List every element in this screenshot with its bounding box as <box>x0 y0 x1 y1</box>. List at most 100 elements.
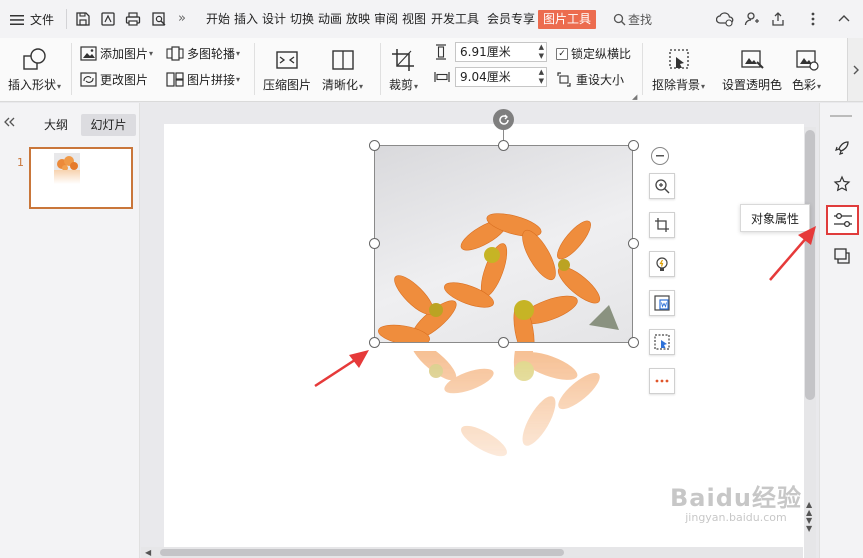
cloud-sync-icon[interactable] <box>716 11 734 27</box>
add-picture-icon <box>80 46 97 61</box>
sidebar-grip <box>830 115 852 117</box>
width-spinner-arrows[interactable]: ▲ ▼ <box>539 68 544 86</box>
picture-to-text-button[interactable] <box>649 290 675 316</box>
multi-carousel-button[interactable]: 多图轮播 ▾ <box>166 45 240 62</box>
animation-star-button[interactable] <box>828 170 856 198</box>
resize-handle-top-right[interactable] <box>628 140 639 151</box>
crop-icon <box>391 44 417 76</box>
height-input[interactable]: 6.91厘米 ▲ ▼ <box>455 42 547 62</box>
crop-quick-button[interactable] <box>649 212 675 238</box>
file-menu[interactable]: 文件 <box>10 11 54 28</box>
slides-panel: 大纲 幻灯片 1 <box>0 103 140 558</box>
flower-artwork <box>378 213 619 343</box>
tab-animations[interactable]: 动画 <box>318 10 342 29</box>
resize-handle-bottom-right[interactable] <box>628 337 639 348</box>
picture-stitch-button[interactable]: 图片拼接 ▾ <box>166 71 240 88</box>
resize-handle-left[interactable] <box>369 238 380 249</box>
annotation-arrow-handle <box>314 350 369 388</box>
crop-button[interactable]: 裁剪▾ <box>389 44 418 93</box>
height-icon <box>434 44 448 60</box>
crop-label: 裁剪 <box>389 78 414 92</box>
horizontal-scroll-thumb[interactable] <box>160 549 564 556</box>
collapse-toolbar-button[interactable] <box>651 147 669 165</box>
tab-view[interactable]: 视图 <box>402 10 426 29</box>
compress-picture-label: 压缩图片 <box>263 78 312 92</box>
remove-background-button[interactable]: 抠除背景▾ <box>652 44 705 93</box>
size-dialog-launcher-icon[interactable]: ◢ <box>632 93 637 101</box>
add-picture-button[interactable]: 添加图片 ▾ <box>80 45 153 62</box>
lock-ratio-checkbox[interactable]: ✓ 锁定纵横比 <box>556 45 631 62</box>
flower-picture[interactable] <box>374 145 633 343</box>
set-transparent-button[interactable]: 设置透明色 <box>722 44 782 93</box>
tab-slides[interactable]: 幻灯片 <box>81 114 136 136</box>
height-spinner-arrows[interactable]: ▲ ▼ <box>539 43 544 61</box>
insert-shape-button[interactable]: 插入形状▾ <box>8 44 61 93</box>
print-icon[interactable] <box>125 11 141 27</box>
tab-developer[interactable]: 开发工具 <box>431 10 479 29</box>
multi-carousel-label: 多图轮播 <box>187 47 236 61</box>
lock-ratio-label: 锁定纵横比 <box>571 47 632 61</box>
search-box[interactable]: 查找 <box>613 11 652 28</box>
share-user-icon[interactable] <box>744 11 760 27</box>
chevron-right-icon <box>853 65 859 75</box>
ribbon-scroll-right[interactable] <box>847 38 863 101</box>
more-options-icon[interactable] <box>811 11 815 27</box>
change-picture-button[interactable]: 更改图片 <box>80 71 148 88</box>
export-pdf-icon[interactable] <box>100 11 116 27</box>
tab-design[interactable]: 设计 <box>262 10 286 29</box>
slide-library-button[interactable] <box>828 242 856 270</box>
tab-picture-tools[interactable]: 图片工具 <box>538 10 597 29</box>
object-properties-button[interactable] <box>826 205 859 235</box>
scroll-left-icon[interactable]: ◀ <box>145 548 151 557</box>
tab-slideshow[interactable]: 放映 <box>346 10 370 29</box>
sliders-icon <box>833 212 853 228</box>
tab-transitions[interactable]: 切换 <box>290 10 314 29</box>
resize-handle-top-left[interactable] <box>369 140 380 151</box>
reset-size-button[interactable]: 重设大小 <box>556 71 624 88</box>
rocket-button[interactable] <box>828 134 856 162</box>
sharpen-button[interactable]: 清晰化▾ <box>322 44 363 93</box>
width-input[interactable]: 9.04厘米 ▲ ▼ <box>455 67 547 87</box>
remove-background-quick-icon <box>654 334 670 350</box>
compress-picture-button[interactable]: 压缩图片 <box>263 44 311 93</box>
picture-stitch-label: 图片拼接 <box>187 73 236 87</box>
tab-review[interactable]: 审阅 <box>374 10 398 29</box>
sharpen-icon <box>330 44 356 76</box>
annotation-arrow-properties <box>769 226 816 281</box>
resize-handle-right[interactable] <box>628 238 639 249</box>
tab-home[interactable]: 开始 <box>206 10 230 29</box>
color-button[interactable]: 色彩▾ <box>792 44 821 93</box>
more-tools-button[interactable] <box>649 368 675 394</box>
resize-handle-bottom-left[interactable] <box>369 337 380 348</box>
search-icon <box>613 13 626 26</box>
slide-thumbnail[interactable] <box>29 147 133 209</box>
set-transparent-label: 设置透明色 <box>722 78 783 92</box>
print-preview-icon[interactable] <box>151 11 167 27</box>
remove-background-quick-button[interactable] <box>649 329 675 355</box>
resize-handle-top[interactable] <box>498 140 509 151</box>
smart-suggest-button[interactable] <box>649 251 675 277</box>
width-value: 9.04厘米 <box>460 70 511 84</box>
collapse-ribbon-icon[interactable] <box>838 14 850 22</box>
change-picture-icon <box>80 72 97 87</box>
set-transparent-icon <box>739 44 765 76</box>
copy-slides-icon <box>833 247 851 265</box>
carousel-icon <box>166 46 184 61</box>
tab-outline[interactable]: 大纲 <box>34 114 78 136</box>
reset-size-icon <box>556 72 572 87</box>
resize-handle-bottom[interactable] <box>498 337 509 348</box>
rotate-handle[interactable] <box>493 109 514 130</box>
remove-background-label: 抠除背景 <box>652 78 701 92</box>
ribbon-toolbar: 插入形状▾ 添加图片 ▾ 更改图片 多图轮播 ▾ 图片拼接 ▾ 压缩图片 清晰化… <box>0 38 863 102</box>
save-icon[interactable] <box>75 11 91 27</box>
collapse-panel-icon[interactable] <box>3 117 15 127</box>
more-quick-access-icon[interactable]: » <box>178 11 186 26</box>
tab-member[interactable]: 会员专享 <box>487 10 535 29</box>
tab-insert[interactable]: 插入 <box>234 10 258 29</box>
change-picture-label: 更改图片 <box>100 73 149 87</box>
menu-bar: 文件 » 开始 插入 设计 切换 动画 放映 审阅 视图 开发工具 会员专享 图… <box>0 0 863 38</box>
horizontal-scrollbar[interactable]: ◀ <box>141 547 803 558</box>
zoom-picture-button[interactable] <box>649 173 675 199</box>
share-icon[interactable] <box>770 11 786 27</box>
reset-size-label: 重设大小 <box>576 73 625 87</box>
